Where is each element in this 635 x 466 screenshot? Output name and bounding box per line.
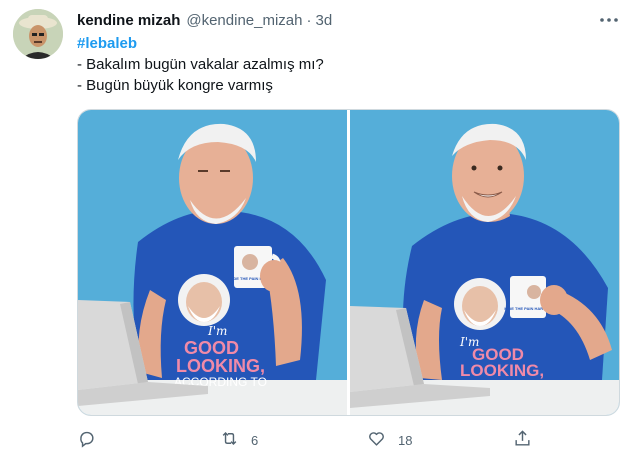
- tweet-header: kendine mizah @kendine_mizah · 3d: [77, 10, 332, 30]
- share-button[interactable]: [513, 428, 532, 452]
- media-grid: HIDE THE PAIN HAROLD I'm GOOD LOOKING, A…: [77, 109, 620, 416]
- retweet-button[interactable]: 6: [220, 428, 258, 452]
- heart-icon: [367, 429, 386, 451]
- user-handle[interactable]: @kendine_mizah: [186, 12, 302, 29]
- shirt-text: I'm: [207, 324, 227, 338]
- shirt-text: GOOD: [184, 338, 239, 358]
- shirt-text: LOOKING,: [176, 356, 265, 376]
- reply-button[interactable]: [77, 428, 96, 452]
- photo-left[interactable]: HIDE THE PAIN HAROLD I'm GOOD LOOKING, A…: [78, 110, 347, 415]
- avatar[interactable]: [13, 9, 63, 59]
- tweet-line: - Bakalım bugün vakalar azalmış mı?: [77, 56, 324, 73]
- retweet-icon: [220, 429, 239, 451]
- share-icon: [513, 429, 532, 451]
- display-name[interactable]: kendine mizah: [77, 12, 180, 29]
- hashtag-link[interactable]: #lebaleb: [77, 33, 324, 54]
- like-count: 18: [398, 432, 413, 448]
- reply-icon: [77, 429, 96, 451]
- more-options-icon[interactable]: [599, 10, 619, 30]
- tweet-text: #lebaleb - Bakalım bugün vakalar azalmış…: [77, 33, 324, 96]
- separator-dot: ·: [306, 11, 312, 29]
- timestamp[interactable]: 3d: [316, 12, 333, 29]
- retweet-count: 6: [251, 432, 259, 448]
- photo-right[interactable]: I'm GOOD LOOKING, HIDE THE PAIN HAROLD: [350, 110, 619, 415]
- shirt-text: LOOKING,: [460, 361, 544, 380]
- tweet-line: - Bugün büyük kongre varmış: [77, 77, 273, 94]
- like-button[interactable]: 18: [367, 428, 412, 452]
- tweet-actions: 6 18: [77, 428, 532, 452]
